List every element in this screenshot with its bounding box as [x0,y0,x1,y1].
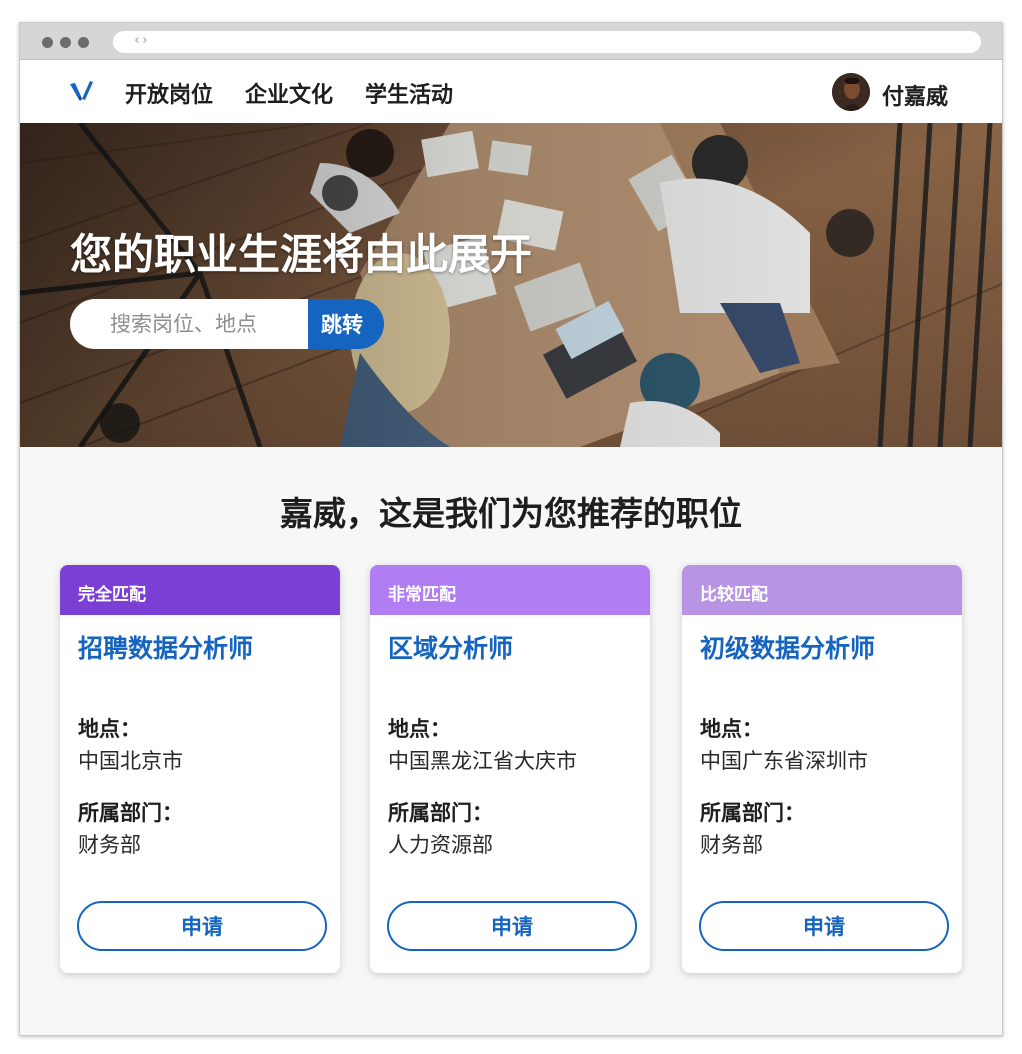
department-value: 财务部 [700,833,763,857]
department-label: 所属部门： [78,801,183,825]
user-name[interactable]: 付嘉威 [882,79,948,111]
department-value: 人力资源部 [388,833,493,857]
top-navbar: 开放岗位 企业文化 学生活动 付嘉威 [20,60,1002,123]
job-card: 非常匹配 区域分析师 地点： 中国黑龙江省大庆市 所属部门： 人力资源部 申请 [370,565,650,973]
browser-window: ‹› 开放岗位 企业文化 学生活动 付嘉威 您的职业生涯将由此展开 搜索岗位、地… [19,22,1003,1036]
job-title-link[interactable]: 初级数据分析师 [700,629,875,665]
search-go-button[interactable]: 跳转 [308,299,384,349]
department-value: 财务部 [78,833,141,857]
location-label: 地点： [700,717,763,741]
job-title-link[interactable]: 区域分析师 [388,629,513,665]
address-bar[interactable]: ‹› [113,31,981,53]
department-label: 所属部门： [700,801,805,825]
job-card: 比较匹配 初级数据分析师 地点： 中国广东省深圳市 所属部门： 财务部 申请 [682,565,962,973]
job-search-input[interactable] [70,299,314,349]
location-label: 地点： [78,717,141,741]
window-control-minimize[interactable] [60,37,71,48]
user-avatar-photo-icon [832,73,870,111]
nav-link-student-activities[interactable]: 学生活动 [365,77,453,109]
location-value: 中国广东省深圳市 [700,749,868,773]
apply-button[interactable]: 申请 [387,901,637,951]
company-logo-icon[interactable] [68,79,96,103]
match-badge: 比较匹配 [682,565,962,615]
job-search-form: 跳转 [70,299,384,349]
match-badge: 非常匹配 [370,565,650,615]
user-avatar[interactable] [832,73,870,111]
location-value: 中国北京市 [78,749,183,773]
apply-button[interactable]: 申请 [699,901,949,951]
browser-titlebar: ‹› [20,23,1002,60]
department-label: 所属部门： [388,801,493,825]
location-label: 地点： [388,717,451,741]
nav-link-culture[interactable]: 企业文化 [245,77,333,109]
window-control-close[interactable] [42,37,53,48]
hero-banner: 您的职业生涯将由此展开 跳转 [20,123,1002,447]
job-title-link[interactable]: 招聘数据分析师 [78,629,253,665]
nav-link-open-positions[interactable]: 开放岗位 [125,77,213,109]
hero-background-photo [20,123,1002,447]
window-control-maximize[interactable] [78,37,89,48]
hero-title: 您的职业生涯将由此展开 [70,230,533,279]
match-badge: 完全匹配 [60,565,340,615]
apply-button[interactable]: 申请 [77,901,327,951]
job-card: 完全匹配 招聘数据分析师 地点： 中国北京市 所属部门： 财务部 申请 [60,565,340,973]
code-brackets-icon: ‹› [133,33,149,48]
location-value: 中国黑龙江省大庆市 [388,749,577,773]
recommendations-heading: 嘉威，这是我们为您推荐的职位 [280,494,742,533]
